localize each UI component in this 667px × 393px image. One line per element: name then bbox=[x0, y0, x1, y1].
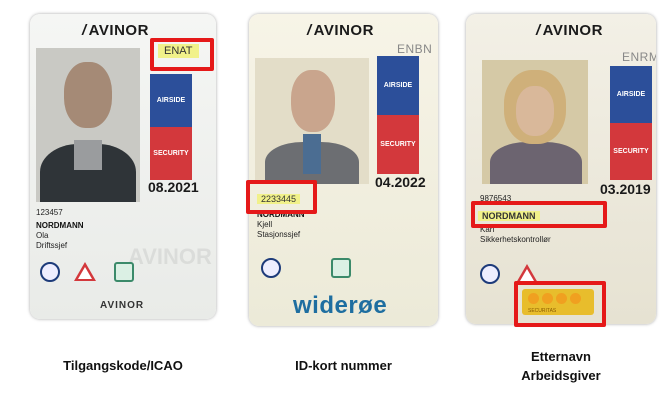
card-logo: / AVINOR bbox=[307, 22, 374, 39]
card-logo: / AVINOR bbox=[536, 22, 603, 39]
id-number: 123457 bbox=[36, 208, 63, 217]
caption-surname: Etternavn bbox=[531, 349, 591, 364]
zone-stripe: AIRSIDE SECURITY bbox=[150, 74, 192, 180]
role: Stasjonssjef bbox=[257, 230, 301, 239]
caption-employer: Arbeidsgiver bbox=[521, 368, 601, 383]
highlight-employer bbox=[514, 281, 606, 327]
access-code: ENRM bbox=[622, 50, 656, 64]
firstname: Kjell bbox=[257, 220, 273, 229]
vehicle-icon bbox=[480, 264, 500, 284]
valid-date: 04.2022 bbox=[375, 174, 426, 190]
role: Driftssjef bbox=[36, 241, 68, 250]
highlight-id-number bbox=[246, 180, 317, 214]
footer-logo: AVINOR bbox=[100, 300, 145, 311]
firstname: Ola bbox=[36, 231, 49, 240]
portrait-photo bbox=[482, 60, 588, 184]
caption-id-number: ID-kort nummer bbox=[295, 358, 392, 373]
employer-logo: widerøe bbox=[293, 292, 388, 319]
portrait-photo bbox=[36, 48, 140, 202]
caption-access-code: Tilgangskode/ICAO bbox=[63, 358, 183, 373]
zone-stripe: AIRSIDE SECURITY bbox=[377, 56, 419, 174]
zone-stripe: AIRSIDE SECURITY bbox=[610, 66, 652, 180]
vehicle-icon bbox=[40, 262, 60, 282]
surname: NORDMANN bbox=[36, 221, 84, 230]
access-code: ENBN bbox=[397, 42, 433, 56]
highlight-surname bbox=[471, 201, 607, 228]
id-card-2: / AVINOR ENBN AIRSIDE SECURITY 04.2022 22… bbox=[249, 14, 438, 326]
id-card-3: / AVINOR ENRM AIRSIDE SECURITY 03.2019 98… bbox=[466, 14, 656, 324]
vehicle-icon bbox=[261, 258, 281, 278]
warning-icon bbox=[74, 262, 96, 281]
person-icon bbox=[331, 258, 351, 278]
card-logo: / AVINOR bbox=[82, 22, 149, 39]
highlight-access-code bbox=[150, 38, 214, 71]
role: Sikkerhetskontrollør bbox=[480, 235, 551, 244]
portrait-photo bbox=[255, 58, 369, 184]
watermark-logo: AVINOR bbox=[128, 244, 212, 269]
person-icon bbox=[114, 262, 134, 282]
valid-date: 03.2019 bbox=[600, 181, 651, 197]
valid-date: 08.2021 bbox=[148, 179, 199, 195]
